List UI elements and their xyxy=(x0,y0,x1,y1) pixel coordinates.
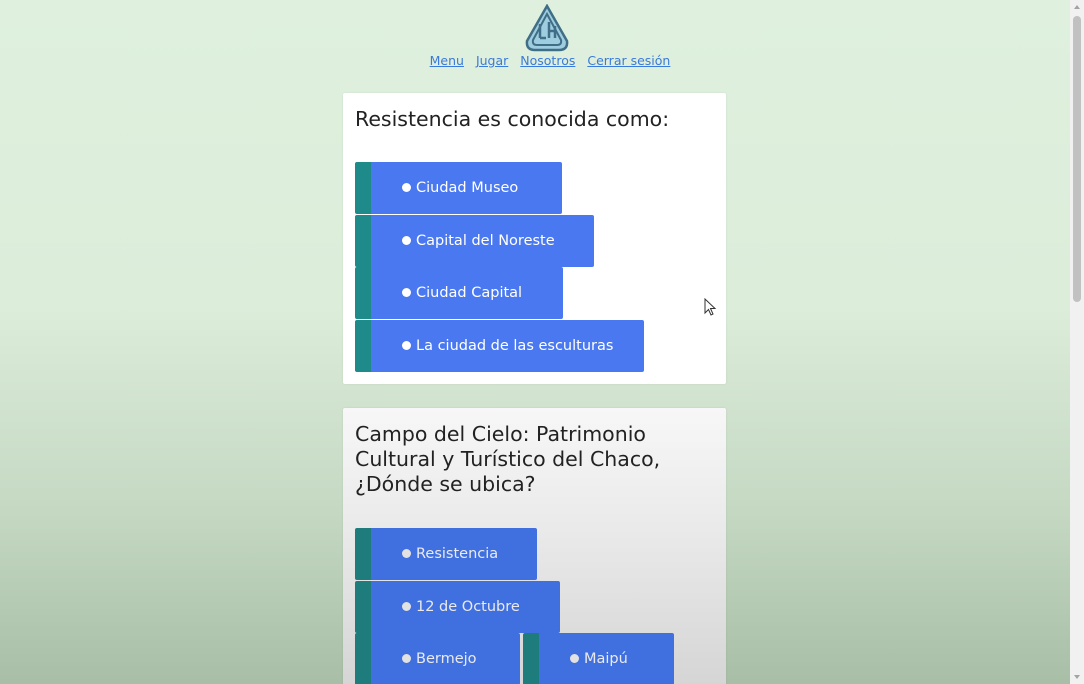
question-card: Campo del Cielo: Patrimonio Cultural y T… xyxy=(343,408,726,684)
scrollbar-thumb[interactable] xyxy=(1073,16,1081,302)
answer-option-label: Ciudad Capital xyxy=(416,285,523,301)
vertical-scrollbar[interactable] xyxy=(1070,0,1084,684)
answer-option[interactable]: Ciudad Museo xyxy=(355,162,562,214)
bullet-icon xyxy=(402,602,411,611)
bullet-icon xyxy=(402,341,411,350)
bullet-icon xyxy=(402,654,411,663)
answer-option-label: 12 de Octubre xyxy=(416,599,520,615)
mouse-cursor-icon xyxy=(704,298,717,316)
answer-option-label: Bermejo xyxy=(416,651,477,667)
answer-option[interactable]: Maipú xyxy=(523,633,674,684)
answer-option[interactable]: Capital del Noreste xyxy=(355,215,594,267)
answer-option[interactable]: Ciudad Capital xyxy=(355,267,563,319)
nav-link-jugar[interactable]: Jugar xyxy=(476,53,508,68)
answer-option-label: Ciudad Museo xyxy=(416,180,519,196)
answer-option-label: Resistencia xyxy=(416,546,499,562)
bullet-icon xyxy=(402,549,411,558)
nav-link-nosotros[interactable]: Nosotros xyxy=(520,53,575,68)
nav-link-cerrar-sesion[interactable]: Cerrar sesión xyxy=(587,53,670,68)
answer-option-label: La ciudad de las esculturas xyxy=(416,338,614,354)
top-nav: Menu Jugar Nosotros Cerrar sesión xyxy=(0,53,1070,68)
scroll-up-arrow-icon[interactable] xyxy=(1074,5,1080,9)
question-title: Resistencia es conocida como: xyxy=(355,107,670,131)
scroll-down-arrow-icon[interactable] xyxy=(1074,675,1080,679)
bullet-icon xyxy=(570,654,579,663)
bullet-icon xyxy=(402,288,411,297)
answer-option[interactable]: La ciudad de las esculturas xyxy=(355,320,644,372)
answer-option-label: Maipú xyxy=(584,651,628,667)
question-card: Resistencia es conocida como: Ciudad Mus… xyxy=(343,93,726,384)
question-title: Campo del Cielo: Patrimonio Cultural y T… xyxy=(355,422,661,496)
page-viewport: Menu Jugar Nosotros Cerrar sesión Resist… xyxy=(0,0,1070,684)
app-logo-icon[interactable] xyxy=(522,4,572,54)
bullet-icon xyxy=(402,236,411,245)
answer-option[interactable]: 12 de Octubre xyxy=(355,581,560,633)
answer-option-label: Capital del Noreste xyxy=(416,233,555,249)
nav-link-menu[interactable]: Menu xyxy=(430,53,464,68)
bullet-icon xyxy=(402,183,411,192)
answer-option[interactable]: Resistencia xyxy=(355,528,537,580)
answer-option[interactable]: Bermejo xyxy=(355,633,520,684)
